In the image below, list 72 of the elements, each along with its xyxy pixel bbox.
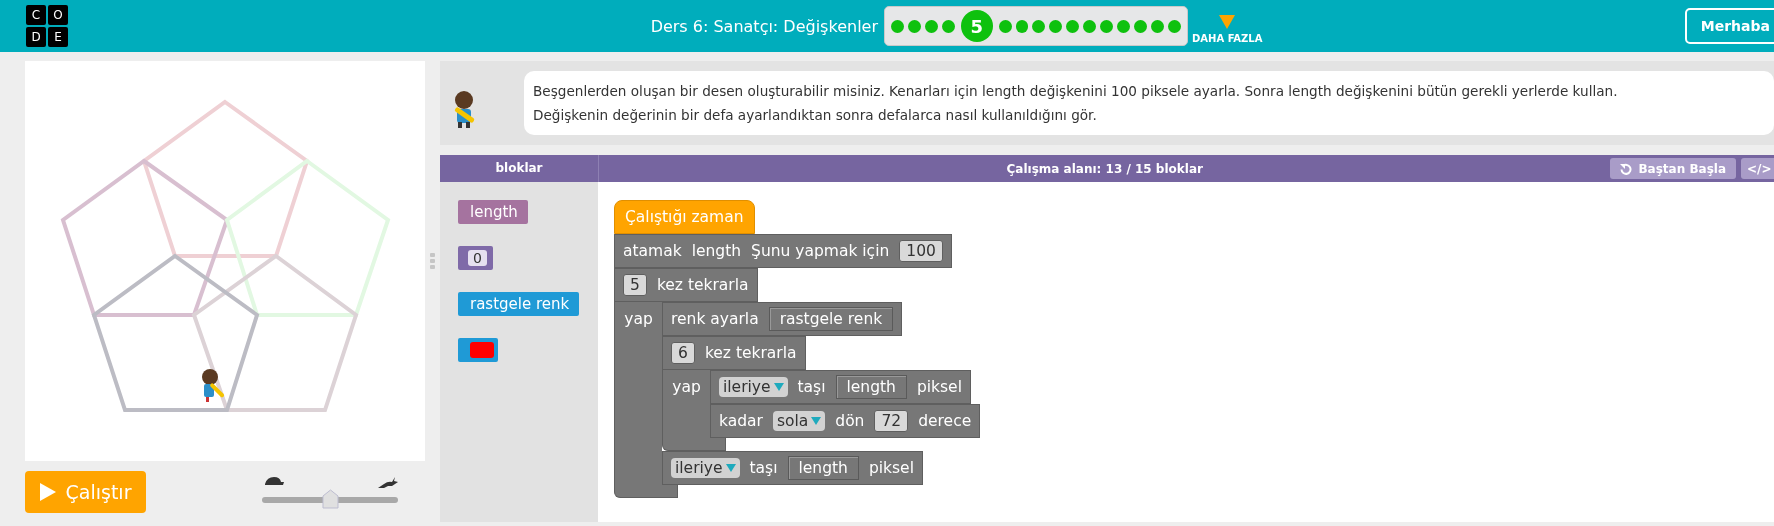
- block-label: kez tekrarla: [704, 344, 797, 362]
- block-label: length: [691, 242, 742, 260]
- rabbit-icon: [378, 475, 398, 489]
- artist-figure-icon: [202, 369, 225, 402]
- number-block[interactable]: 0: [458, 246, 493, 270]
- block-label: Çalıştığı zaman: [625, 208, 744, 226]
- block-label: atamak: [623, 242, 682, 260]
- value-block[interactable]: length: [787, 456, 859, 480]
- logo-letter[interactable]: D: [26, 27, 46, 47]
- block-label: taşı: [797, 378, 826, 396]
- dropdown[interactable]: sola: [772, 411, 826, 431]
- block-label: renk ayarla: [671, 310, 759, 328]
- block-label: taşı: [749, 459, 778, 477]
- level-dot[interactable]: [1032, 19, 1046, 33]
- variable-block[interactable]: length: [458, 200, 528, 224]
- block-label: yap: [624, 310, 653, 330]
- instruction-line: Beşgenlerden oluşan bir desen oluşturabilir misiniz. Kenarları için length değişkenini 100 piksele ayarla. Sonra length değişkenini bütün gerekli yerlerde kullan.: [533, 82, 1619, 101]
- value-block[interactable]: length: [835, 375, 907, 399]
- dropdown-arrow-icon: [811, 417, 822, 425]
- resize-handle-icon[interactable]: [430, 253, 436, 269]
- code-block[interactable]: atamak length Şunu yapmak için 100: [614, 234, 952, 268]
- level-dot[interactable]: [941, 19, 955, 33]
- block-label: kez tekrarla: [656, 276, 749, 294]
- instruction-line: Değişkenin değerinin bir defa ayarlandıktan sonra defalarca nasıl kullanıldığını gör.: [533, 106, 1098, 125]
- code-block[interactable]: ileriye taşı length piksel: [662, 451, 923, 485]
- slider-thumb[interactable]: [322, 488, 339, 509]
- level-dot[interactable]: [1066, 19, 1080, 33]
- level-dot[interactable]: [891, 19, 904, 33]
- number-field[interactable]: 6: [671, 342, 695, 364]
- code-block[interactable]: renk ayarla rastgele renk: [662, 302, 903, 336]
- level-dot[interactable]: [1015, 19, 1029, 33]
- level-dot[interactable]: [998, 19, 1012, 33]
- play-icon: [39, 483, 56, 501]
- level-dot[interactable]: [1083, 19, 1097, 33]
- value-block[interactable]: rastgele renk: [768, 307, 894, 331]
- block-label: piksel: [916, 378, 962, 396]
- number-field[interactable]: 5: [623, 274, 647, 296]
- block-label: dön: [835, 412, 865, 430]
- level-dot[interactable]: [1168, 19, 1181, 33]
- code-block[interactable]: 5 kez tekrarla: [614, 268, 758, 302]
- workspace-title: Çalışma alanı: 13 / 15 bloklar: [1005, 161, 1204, 176]
- level-dot[interactable]: [924, 19, 938, 33]
- dropdown[interactable]: ileriye: [719, 377, 788, 397]
- logo-letter[interactable]: E: [48, 27, 68, 47]
- code-block[interactable]: 6 kez tekrarla: [662, 336, 806, 370]
- block-label: yap: [672, 378, 701, 398]
- dropdown-arrow-icon: [725, 464, 736, 472]
- turtle-icon: [262, 475, 284, 487]
- level-dot[interactable]: [1100, 19, 1114, 33]
- dropdown-arrow-icon: [773, 383, 784, 391]
- block-label: derece: [918, 412, 972, 430]
- code-block[interactable]: ileriye taşı length piksel: [710, 370, 971, 404]
- level-dot[interactable]: [1151, 19, 1164, 33]
- dropdown[interactable]: ileriye: [671, 458, 740, 478]
- triangle-icon[interactable]: [1219, 14, 1236, 29]
- number-field[interactable]: 0: [468, 250, 487, 266]
- level-dot[interactable]: [1117, 19, 1131, 33]
- level-dot[interactable]: [1049, 19, 1063, 33]
- block-label: Şunu yapmak için: [751, 242, 890, 260]
- code-block[interactable]: kadar sola dön 72 derece: [710, 404, 981, 438]
- colour-block[interactable]: [458, 338, 498, 362]
- number-field[interactable]: 100: [899, 240, 943, 262]
- logo-letter[interactable]: C: [26, 5, 46, 25]
- refresh-icon: [1620, 162, 1633, 175]
- number-field[interactable]: 72: [874, 410, 909, 432]
- lesson-title: Ders 6: Sanatçı: Değişkenler: [650, 16, 878, 36]
- logo-letter[interactable]: O: [48, 5, 68, 25]
- block-label: kadar: [719, 412, 763, 430]
- colour-swatch[interactable]: [470, 342, 494, 358]
- level-dot[interactable]: [907, 19, 921, 33]
- level-dot[interactable]: [1134, 19, 1148, 33]
- block-label: piksel: [868, 459, 914, 477]
